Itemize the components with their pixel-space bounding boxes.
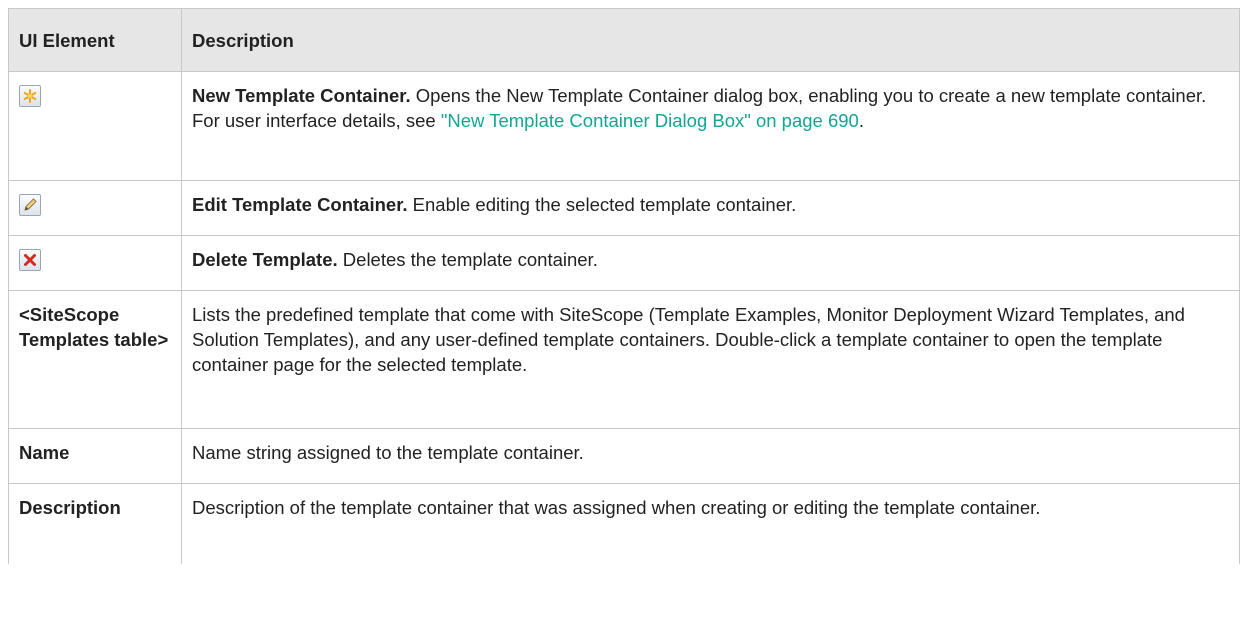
- row-element-cell: [8, 180, 182, 236]
- row-description-cell: Edit Template Container. Enable editing …: [181, 180, 1240, 236]
- row-description-cell: Name string assigned to the template con…: [181, 428, 1240, 484]
- table-row: <SiteScope Templates table> Lists the pr…: [8, 290, 1240, 429]
- table-row: Description Description of the template …: [8, 483, 1240, 564]
- header-ui-element: UI Element: [8, 8, 182, 72]
- row-title: Edit Template Container.: [192, 194, 408, 215]
- new-template-container-dialog-link[interactable]: "New Template Container Dialog Box" on p…: [441, 110, 859, 131]
- row-description: Deletes the template container.: [337, 249, 598, 270]
- row-element-cell: Description: [8, 483, 182, 564]
- row-description-cell: New Template Container. Opens the New Te…: [181, 71, 1240, 181]
- row-element-cell: [8, 235, 182, 291]
- row-element-cell: [8, 71, 182, 181]
- row-description: Enable editing the selected template con…: [407, 194, 797, 215]
- row-description-cell: Description of the template container th…: [181, 483, 1240, 564]
- row-title: Delete Template.: [192, 249, 338, 270]
- row-description-cell: Delete Template. Deletes the template co…: [181, 235, 1240, 291]
- row-description-tail: .: [858, 110, 864, 131]
- table-row: New Template Container. Opens the New Te…: [8, 71, 1240, 181]
- edit-pencil-icon[interactable]: [19, 194, 41, 216]
- table-row: Name Name string assigned to the templat…: [8, 428, 1240, 484]
- table-header-row: UI Element Description: [8, 8, 1240, 72]
- table-row: Delete Template. Deletes the template co…: [8, 235, 1240, 291]
- row-element-cell: <SiteScope Templates table>: [8, 290, 182, 429]
- delete-x-icon[interactable]: [19, 249, 41, 271]
- table-row: Edit Template Container. Enable editing …: [8, 180, 1240, 236]
- header-description: Description: [181, 8, 1240, 72]
- row-element-cell: Name: [8, 428, 182, 484]
- ui-elements-table: UI Element Description New Template Cont…: [8, 8, 1240, 564]
- row-description-cell: Lists the predefined template that come …: [181, 290, 1240, 429]
- new-template-container-icon[interactable]: [19, 85, 41, 107]
- row-title: New Template Container.: [192, 85, 411, 106]
